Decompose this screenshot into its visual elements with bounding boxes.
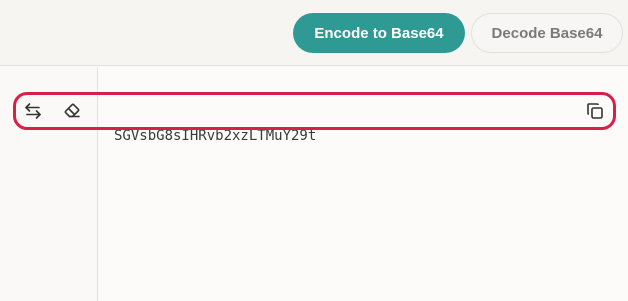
top-bar: Encode to Base64 Decode Base64	[0, 0, 628, 66]
swap-icon[interactable]	[22, 100, 44, 122]
encode-to-base64-button[interactable]: Encode to Base64	[293, 13, 465, 53]
toolbar-highlight	[13, 92, 616, 130]
eraser-icon[interactable]	[61, 100, 83, 122]
copy-icon[interactable]	[584, 100, 606, 122]
decode-base64-button[interactable]: Decode Base64	[471, 13, 623, 53]
